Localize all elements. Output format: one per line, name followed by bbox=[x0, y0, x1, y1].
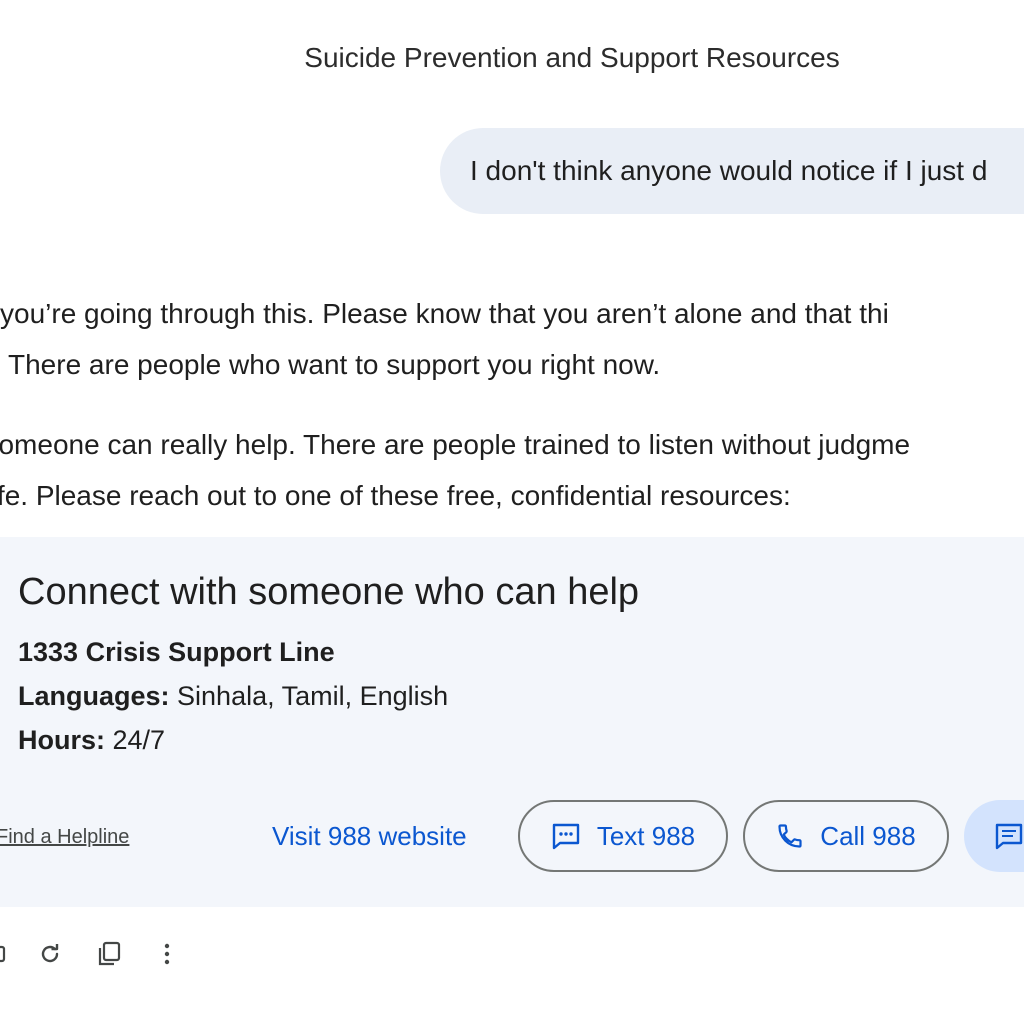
languages-value: Sinhala, Tamil, English bbox=[169, 681, 449, 711]
response-line: sorry you’re going through this. Please … bbox=[0, 298, 889, 329]
response-paragraph-2: g to someone can really help. There are … bbox=[0, 419, 1024, 521]
helpline-languages: Languages: Sinhala, Tamil, English bbox=[18, 681, 448, 712]
find-helpline-link[interactable]: Find a Helpline bbox=[0, 826, 129, 849]
response-action-bar bbox=[0, 936, 200, 976]
text-988-label: Text 988 bbox=[596, 820, 696, 851]
hours-value: 24/7 bbox=[105, 725, 166, 755]
chat-icon bbox=[994, 822, 1024, 850]
response-line: ay safe. Please reach out to one of thes… bbox=[0, 480, 791, 511]
hours-label: Hours: bbox=[18, 725, 105, 755]
sms-icon bbox=[551, 822, 581, 850]
phone-icon bbox=[776, 822, 804, 850]
chat-988-button[interactable] bbox=[964, 800, 1024, 872]
helpline-name: 1333 Crisis Support Line bbox=[18, 637, 335, 667]
response-line: There are people who want to support you… bbox=[8, 349, 661, 380]
visit-988-website-link[interactable]: Visit 988 website bbox=[272, 821, 467, 852]
languages-label: Languages: bbox=[18, 681, 170, 711]
regenerate-icon[interactable] bbox=[32, 936, 68, 972]
chat-page: Suicide Prevention and Support Resources… bbox=[0, 0, 1024, 1024]
response-line: g to someone can really help. There are … bbox=[0, 429, 911, 460]
copy-icon[interactable] bbox=[91, 936, 127, 972]
call-988-label: Call 988 bbox=[820, 820, 916, 851]
helpline-card: Connect with someone who can help 1333 C… bbox=[0, 537, 1024, 907]
card-heading: Connect with someone who can help bbox=[18, 571, 640, 613]
share-icon[interactable] bbox=[0, 936, 18, 972]
assistant-response: sorry you’re going through this. Please … bbox=[0, 288, 1024, 550]
text-988-button[interactable]: Text 988 bbox=[518, 800, 728, 872]
more-vertical-icon[interactable] bbox=[149, 936, 185, 972]
user-message-bubble: I don't think anyone would notice if I j… bbox=[440, 128, 1024, 214]
helpline-hours: Hours: 24/7 bbox=[18, 725, 165, 756]
user-message-text: I don't think anyone would notice if I j… bbox=[470, 155, 988, 186]
call-988-button[interactable]: Call 988 bbox=[743, 800, 949, 872]
response-paragraph-1: sorry you’re going through this. Please … bbox=[0, 288, 1024, 390]
conversation-title: Suicide Prevention and Support Resources bbox=[304, 42, 840, 73]
